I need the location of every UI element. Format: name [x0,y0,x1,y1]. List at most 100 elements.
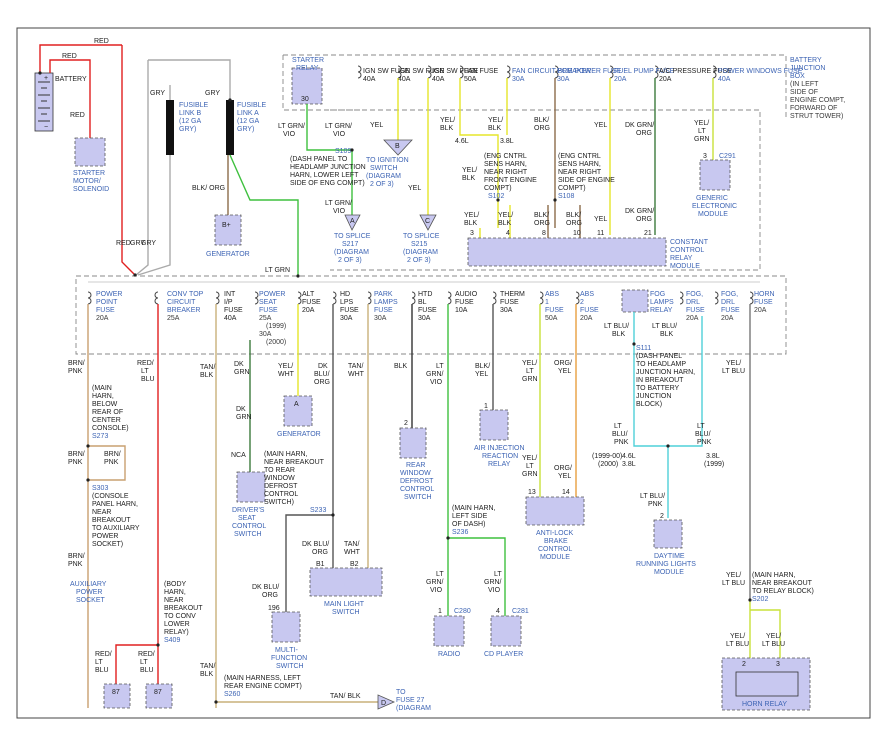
top-fuse-label-pcm: PCM POWER FUSE 30A [557,68,622,83]
fog-lamps-relay [621,289,649,313]
wire-label-tanblk-2: TAN/BLK [200,663,215,678]
daytime-running-lights-module [653,519,683,549]
s109-note: S109 (DASH PANEL TO HEADLAMP JUNCTION HARN,… [290,148,366,187]
wire-red-starter [49,59,91,138]
wire-label-blkorg-gen: BLK/ ORG [192,185,225,192]
wire-label-red-top: RED [94,38,109,45]
radio-label: RADIO [438,651,461,658]
battery-minus: − [44,124,48,131]
drivers-seat-control-switch [236,471,266,503]
radio [433,615,465,647]
wire-label-red-right: RED [116,240,131,247]
mfs-label: MULTI-FUNCTION SWITCH [271,647,307,670]
drl-pin: 2 [660,513,664,520]
wire-label-dkbluorg-3: DK BLU/ORG [302,541,329,556]
horn-relay [735,671,799,697]
wire-label-ltblupnk-1: LT BLU/PNK [612,423,629,446]
seat-switch-label: DRIVER'S SEAT CONTROL SWITCH [232,507,266,538]
diagram-canvas: + − BATTERY RED RED RED RED STARTER MOTOR… [16,27,871,719]
fuse-label-audio: AUDIO FUSE 10A [455,291,478,314]
wire-label-ccrm-4: YEL/BLK [498,212,513,227]
generator-mid-pin: A [294,401,299,408]
ccrm-pin-21: 21 [644,230,652,237]
cd-label: CD PLAYER [484,651,523,658]
bjb-label: BATTERY JUNCTION BOX (IN LEFT SIDE OF ENGINE… [790,57,845,120]
s108-note: (ENG CNTRL SENS HARN, NEAR RIGHT SIDE OF EN… [558,153,615,200]
multi-function-switch [271,611,301,643]
wire-label-abs2-2: ORG/YEL [554,465,572,480]
wire-label-ltblupnk-2: LT BLU/PNK [695,423,712,446]
generator-mid-label: GENERATOR [277,431,321,438]
anti-lock-brake-module [525,496,585,526]
fusible-a-label: FUSIBLE LINK A (12 GA GRY) [237,102,267,133]
wire-ltgrnvio-cd [448,537,506,618]
cd-pin: 4 [496,608,500,615]
starter-label: STARTER MOTOR/SOLENOID [73,170,109,193]
wire-label-redltblu-1: RED/LT BLU [137,360,155,383]
ccrm-pin-8: 8 [542,230,546,237]
abs-label: ANTI-LOCK BRAKE CONTROL MODULE [536,530,574,561]
main-light-switch [309,567,383,597]
wiring-diagram: + − BATTERY RED RED RED RED STARTER MOTOR… [0,0,887,732]
ref-b-letter: B [395,143,400,150]
wire-label-ccrm-3: YEL/BLK [464,212,479,227]
fuse-label-park: PARK LAMPS FUSE 30A [374,291,398,322]
ref-a-text: TO SPLICE S217 (DIAGRAM 2 OF 3) [334,233,371,264]
wire-label-dkgrn-2: DK GRN [236,406,252,421]
rwd-pin: 2 [404,420,408,427]
wire-label-brnpnk-4: BRN/PNK [68,553,85,568]
wire-label-yelblk-2: YEL/BLK [488,117,503,132]
wire-red-top [39,44,122,73]
mls-pin-b2: B2 [350,561,359,568]
ref-a-letter: A [350,218,355,225]
top-fuse-label-fan: FAN FUSE 50A [464,68,499,83]
wire-label-yelltblu-2: YEL/LT BLU [722,572,745,587]
wire-label-abs1-2: YEL/LT GRN [522,455,538,478]
s260-note: (MAIN HARNESS, LEFT REAR ENGINE COMPT) S26… [224,675,302,698]
ref-d-text: TO FUSE 27 (DIAGRAM [396,689,431,712]
conn-87-b-pin: 87 [154,689,162,696]
generator-top-label: GENERATOR [206,251,250,258]
wire-label-ltgrnvio-6: LT GRN/VIO [484,571,502,594]
s409-note: (BODY HARN, NEAR BREAKOUT TO CONV LOWER RELAY)… [164,581,203,644]
mls-label: MAIN LIGHT SWITCH [324,601,365,616]
ref-b-text: TO IGNITION SWITCH (DIAGRAM 2 OF 3) [366,157,409,188]
label-38l-top: 3.8L [500,138,514,145]
wire-label-dkbluorg-1: DK BLU/ORG [314,363,330,386]
rear-window-defrost-switch [399,427,427,459]
aux-socket-label: AUXILIARY POWER SOCKET [70,581,107,604]
wire-label-ltgrnvio-5: LT GRN/VIO [426,571,444,594]
ccrm-pin-10: 10 [573,230,581,237]
wire-label-ccrm-8: BLK/ORG [534,212,550,227]
wire-yelltblu-horn [749,600,781,660]
bjb-outline-bottom [75,275,787,355]
wire-label-nca: NCA [231,452,246,459]
fuse-label-htd: HTD BL FUSE 30A [418,291,437,322]
battery-plus: + [44,75,48,82]
wire-label-ltblupnk-3: LT BLU/PNK [640,493,665,508]
fog-relay-label: FOG LAMPS RELAY [650,291,674,314]
fuse-label-fogdrl2: FOG, DRL FUSE 20A [721,291,740,322]
label-38l-right: 3.8L [706,453,720,460]
s273-note: (MAIN HARN, BELOW REAR OF CENTER CONSOLE) S273 [92,385,129,440]
wire-label-tanblk-3: TAN/ BLK [330,693,361,700]
wire-label-yelblk-1: YEL/BLK [440,117,455,132]
s233-note: (MAIN HARN, NEAR BREAKOUT TO REAR WINDOW DEF… [264,451,326,514]
wire-label-brnpnk-1: BRN/PNK [68,360,85,375]
wire-label-ltgrnvio-4: LT GRN/VIO [426,363,444,386]
ccrm-pin-4: 4 [506,230,510,237]
ccrm-label: CONSTANT CONTROL RELAY MODULE [670,239,709,270]
generator-bplus [214,214,242,246]
label-1999: (1999) [704,461,724,468]
s111-note: S111 (DASH PANEL TO HEADLAMP JUNCTION HARN,… [636,345,695,408]
battery-label: BATTERY [55,76,87,83]
wire-label-ltgrn: LT GRN [265,267,290,274]
abs-pin-13: 13 [528,489,536,496]
fuse-label-horn: HORN FUSE 20A [754,291,775,314]
wire-label-red-starter: RED [70,112,85,119]
fuse-label-int: INT I/P FUSE 40A [224,291,243,322]
wire-label-yelltblu-4: YEL/LT BLU [762,633,785,648]
wire-label-gry-2: GRY [141,240,156,247]
horn-pin-3: 3 [776,661,780,668]
air-pin: 1 [484,403,488,410]
